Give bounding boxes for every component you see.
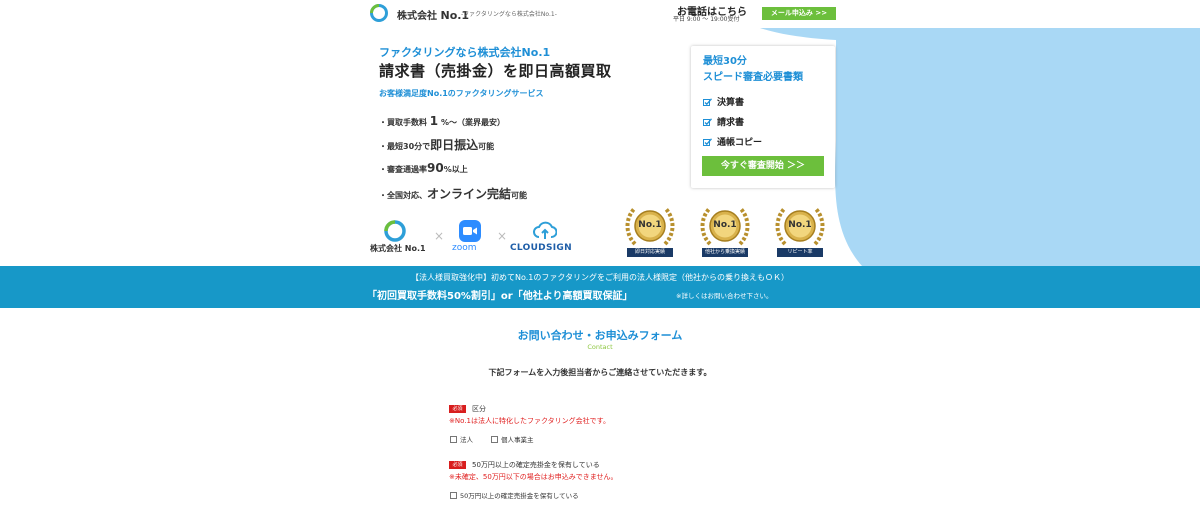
company-name: 株式会社 No.1 [397,9,470,22]
form-subtitle: Contact [587,343,613,351]
form-title: お問い合わせ・お申込みフォーム [517,329,683,342]
checkbox-box[interactable] [450,492,457,499]
promo-line-2: 「初回買取手数料50%割引」or「他社より高額買取保証」 [367,291,633,302]
hero-background-shape [760,28,1200,266]
check-icon [703,98,712,106]
feature-bullet-speed: ・最短30分で即日振込可能 [379,138,495,152]
zoom-icon [459,220,481,242]
badge-label: 即日対応実績 [627,248,673,257]
feature-bullet-fee: ・買取手数料 1 %〜（業界最安） [379,114,505,128]
checkbox-sole-proprietor[interactable]: 個人事業主 [491,434,534,444]
feature-bullet-online: ・全国対応、オンライン完結可能 [379,187,528,201]
check-icon [703,118,712,126]
award-badge: No.1 リピート率 [773,204,827,260]
award-badge: No.1 即日対応実績 [623,204,677,260]
badge-label: リピート率 [777,248,823,257]
required-badge: 必須 [449,405,466,413]
checkbox-box[interactable] [491,436,498,443]
checkbox-receivables-confirmed[interactable]: 50万円以上の確定売掛金を保有している [450,490,579,500]
badge-title: No.1 [638,220,662,230]
mail-apply-button[interactable]: メール申込み >> [762,7,836,20]
question-category-label: 区分 [472,405,486,413]
required-documents-card: 最短30分 スピード審査必要書類 決算書 請求書 通帳コピー 今すぐ審査開始 ＞＞ [691,46,835,188]
award-badge: No.1 他社から乗換実績 [698,204,752,260]
promo-line-1: 【法人様買取強化中】初めてNo.1のファクタリングをご利用の法人様限定（他社から… [410,273,790,282]
question-category-warning: ※No.1は法人に特化したファクタリング会社です。 [449,417,610,425]
promo-note: ※詳しくはお問い合わせ下さい。 [676,292,773,300]
times-separator: × [497,229,508,243]
document-item: 決算書 [703,95,744,108]
card-title: 最短30分 スピード審査必要書類 [703,56,803,83]
company-logo-icon [384,220,406,242]
check-icon [703,138,712,146]
zoom-label: zoom [452,243,477,253]
company-logo-icon[interactable] [366,4,392,22]
hero-kicker: ファクタリングなら株式会社No.1 [379,46,551,59]
feature-bullet-approval: ・審査通過率90%以上 [379,161,468,175]
question-receivables-warning: ※未確定、50万円以下の場合はお申込みできません。 [449,473,618,481]
header-tagline: -ファクタリングなら株式会社No.1- [461,11,557,18]
badge-title: No.1 [713,220,737,230]
badge-label: 他社から乗換実績 [702,248,748,257]
start-screening-button[interactable]: 今すぐ審査開始 ＞＞ [702,156,824,176]
hero-satisfaction: お客様満足度No.1のファクタリングサービス [379,89,544,98]
partner-company-name: 株式会社 No.1 [370,244,426,253]
checkbox-box[interactable] [450,436,457,443]
document-item: 通帳コピー [703,135,762,148]
required-badge: 必須 [449,461,466,469]
cloudsign-label: CLOUDSIGN [510,243,572,253]
form-intro: 下記フォームを入力後担当者からご連絡させていただきます。 [488,368,712,377]
question-receivables-label: 50万円以上の確定売掛金を保有している [472,461,600,469]
checkbox-corporation[interactable]: 法人 [450,434,473,444]
cloud-icon [533,221,557,239]
times-separator: × [434,229,445,243]
phone-hours: 平日 9:00 〜 19:00受付 [673,16,740,23]
document-item: 請求書 [703,115,744,128]
badge-title: No.1 [788,220,812,230]
hero-headline: 請求書（売掛金）を即日高額買取 [379,62,612,80]
